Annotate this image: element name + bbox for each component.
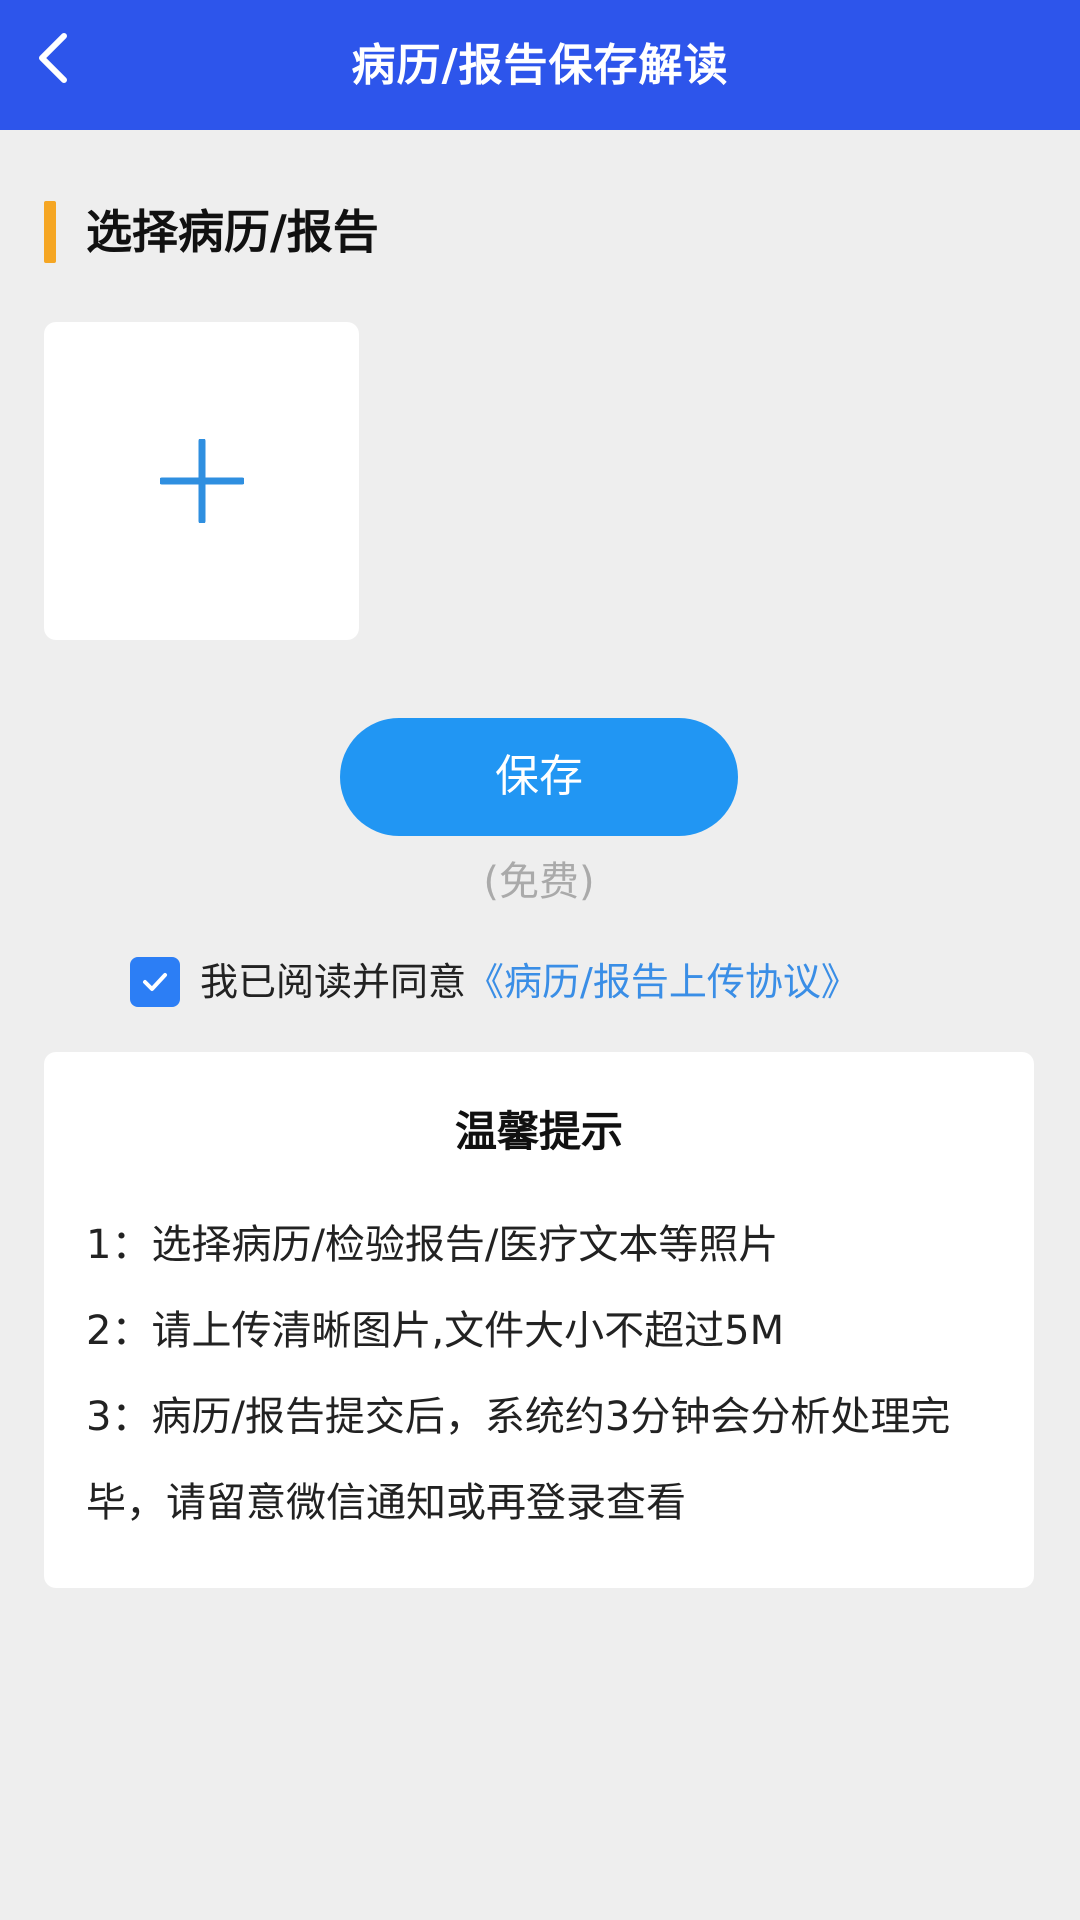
upload-image-button[interactable] bbox=[44, 322, 359, 640]
agreement-text: 我已阅读并同意 bbox=[200, 960, 467, 1004]
tips-title: 温馨提示 bbox=[454, 1107, 623, 1156]
tips-list: 1：选择病历/检验报告/医疗文本等照片 2：请上传清晰图片,文件大小不超过5M … bbox=[86, 1202, 1006, 1546]
save-button[interactable]: 保存 bbox=[340, 718, 738, 836]
agreement-row: 我已阅读并同意 《病历/报告上传协议》 bbox=[130, 952, 859, 1012]
section-accent-bar bbox=[44, 201, 56, 263]
agreement-link[interactable]: 《病历/报告上传协议》 bbox=[466, 952, 859, 1012]
section-title: 选择病历/报告 bbox=[86, 205, 379, 259]
section-header: 选择病历/报告 bbox=[44, 200, 379, 264]
app-header: 病历/报告保存解读 bbox=[0, 0, 1080, 130]
tip-item: 3：病历/报告提交后，系统约3分钟会分析处理完毕，请留意微信通知或再登录查看 bbox=[86, 1394, 951, 1526]
free-note: (免费) bbox=[483, 859, 595, 905]
page-title: 病历/报告保存解读 bbox=[351, 40, 729, 91]
tips-card: 温馨提示 1：选择病历/检验报告/医疗文本等照片 2：请上传清晰图片,文件大小不… bbox=[44, 1052, 1034, 1588]
checkmark-icon bbox=[143, 973, 167, 991]
plus-icon bbox=[159, 439, 244, 523]
tip-item: 2：请上传清晰图片,文件大小不超过5M bbox=[86, 1308, 785, 1354]
tip-item: 1：选择病历/检验报告/医疗文本等照片 bbox=[86, 1222, 779, 1268]
agreement-checkbox[interactable] bbox=[130, 957, 180, 1007]
